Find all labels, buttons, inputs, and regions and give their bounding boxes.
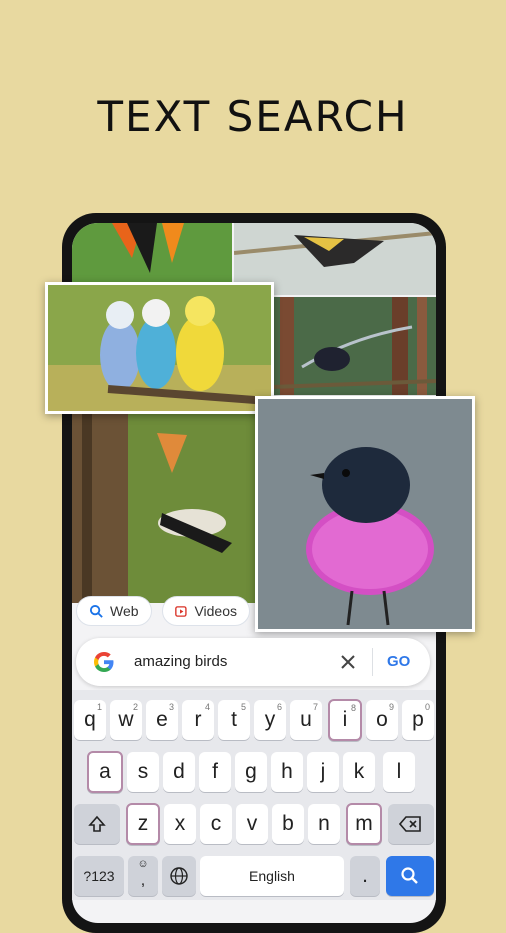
key-j[interactable]: j: [307, 752, 339, 792]
key-u[interactable]: u7: [290, 700, 322, 740]
web-filter-chip[interactable]: Web: [76, 596, 152, 626]
key-z[interactable]: z: [126, 803, 160, 845]
key-t[interactable]: t5: [218, 700, 250, 740]
videos-filter-label: Videos: [194, 603, 237, 619]
search-key[interactable]: [386, 856, 434, 896]
videos-filter-chip[interactable]: Videos: [162, 596, 250, 626]
key-q[interactable]: q1: [74, 700, 106, 740]
comma-key[interactable]: ☺ ,: [128, 856, 158, 896]
key-i[interactable]: i8: [328, 699, 362, 741]
budgerigars-card[interactable]: [45, 282, 274, 414]
key-v[interactable]: v: [236, 804, 268, 844]
search-icon: [401, 867, 418, 884]
key-x[interactable]: x: [164, 804, 196, 844]
shift-icon: [88, 815, 106, 832]
backspace-key[interactable]: [388, 804, 434, 844]
key-s[interactable]: s: [127, 752, 159, 792]
language-key[interactable]: [162, 856, 196, 896]
key-d[interactable]: d: [163, 752, 195, 792]
key-b[interactable]: b: [272, 804, 304, 844]
period-key[interactable]: .: [350, 856, 380, 896]
key-l[interactable]: l: [383, 752, 415, 792]
key-a[interactable]: a: [87, 751, 123, 793]
globe-icon: [170, 867, 188, 885]
key-y[interactable]: y6: [254, 700, 286, 740]
go-button[interactable]: GO: [387, 653, 410, 670]
key-e[interactable]: e3: [146, 700, 178, 740]
key-k[interactable]: k: [343, 752, 375, 792]
bird-photo-flamingo[interactable]: [72, 223, 232, 283]
bird-photo-lyrebird[interactable]: [272, 297, 436, 395]
bird-photo-hoopoe[interactable]: [72, 413, 257, 603]
key-o[interactable]: o9: [366, 700, 398, 740]
key-c[interactable]: c: [200, 804, 232, 844]
web-filter-label: Web: [110, 603, 139, 619]
pink-robin-card[interactable]: [255, 396, 475, 632]
search-icon: [89, 604, 103, 618]
key-f[interactable]: f: [199, 752, 231, 792]
video-icon: [175, 605, 187, 617]
key-g[interactable]: g: [235, 752, 267, 792]
search-bar[interactable]: amazing birds GO: [76, 638, 430, 686]
key-h[interactable]: h: [271, 752, 303, 792]
headline: TEXT SEARCH: [97, 92, 409, 141]
clear-icon[interactable]: [340, 654, 356, 670]
divider: [372, 648, 373, 676]
symbols-key[interactable]: ?123: [74, 856, 124, 896]
space-key[interactable]: English: [200, 856, 344, 896]
key-n[interactable]: n: [308, 804, 340, 844]
key-r[interactable]: r4: [182, 700, 214, 740]
emoji-icon: ☺: [137, 858, 149, 870]
shift-key[interactable]: [74, 804, 120, 844]
key-w[interactable]: w2: [110, 700, 142, 740]
key-m[interactable]: m: [346, 803, 382, 845]
backspace-icon: [399, 816, 421, 832]
key-p[interactable]: p0: [402, 700, 434, 740]
google-logo-icon: [94, 652, 114, 672]
search-query-input[interactable]: amazing birds: [134, 653, 227, 670]
